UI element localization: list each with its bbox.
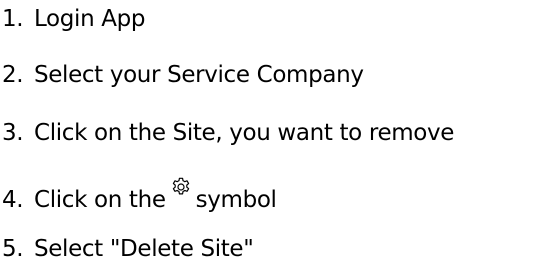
step-number: 2. (2, 62, 24, 88)
step-number: 3. (2, 120, 24, 146)
gear-icon (170, 176, 192, 198)
step-number: 5. (2, 236, 24, 262)
step-number: 1. (2, 6, 24, 32)
step-text: Select your Service Company (34, 62, 364, 88)
step-number: 4. (2, 187, 24, 213)
step-text-before-icon: Click on the (34, 187, 166, 213)
step-text: Login App (34, 6, 146, 32)
step-4: 4. Click on the symbol (2, 176, 277, 215)
step-2: 2. Select your Service Company (2, 60, 364, 90)
step-text-after-icon: symbol (195, 187, 277, 213)
step-1: 1. Login App (2, 4, 146, 34)
step-3: 3. Click on the Site, you want to remove (2, 118, 454, 148)
step-5: 5. Select "Delete Site" (2, 234, 254, 264)
step-text: Select "Delete Site" (34, 236, 254, 262)
step-text: Click on the Site, you want to remove (34, 120, 455, 146)
